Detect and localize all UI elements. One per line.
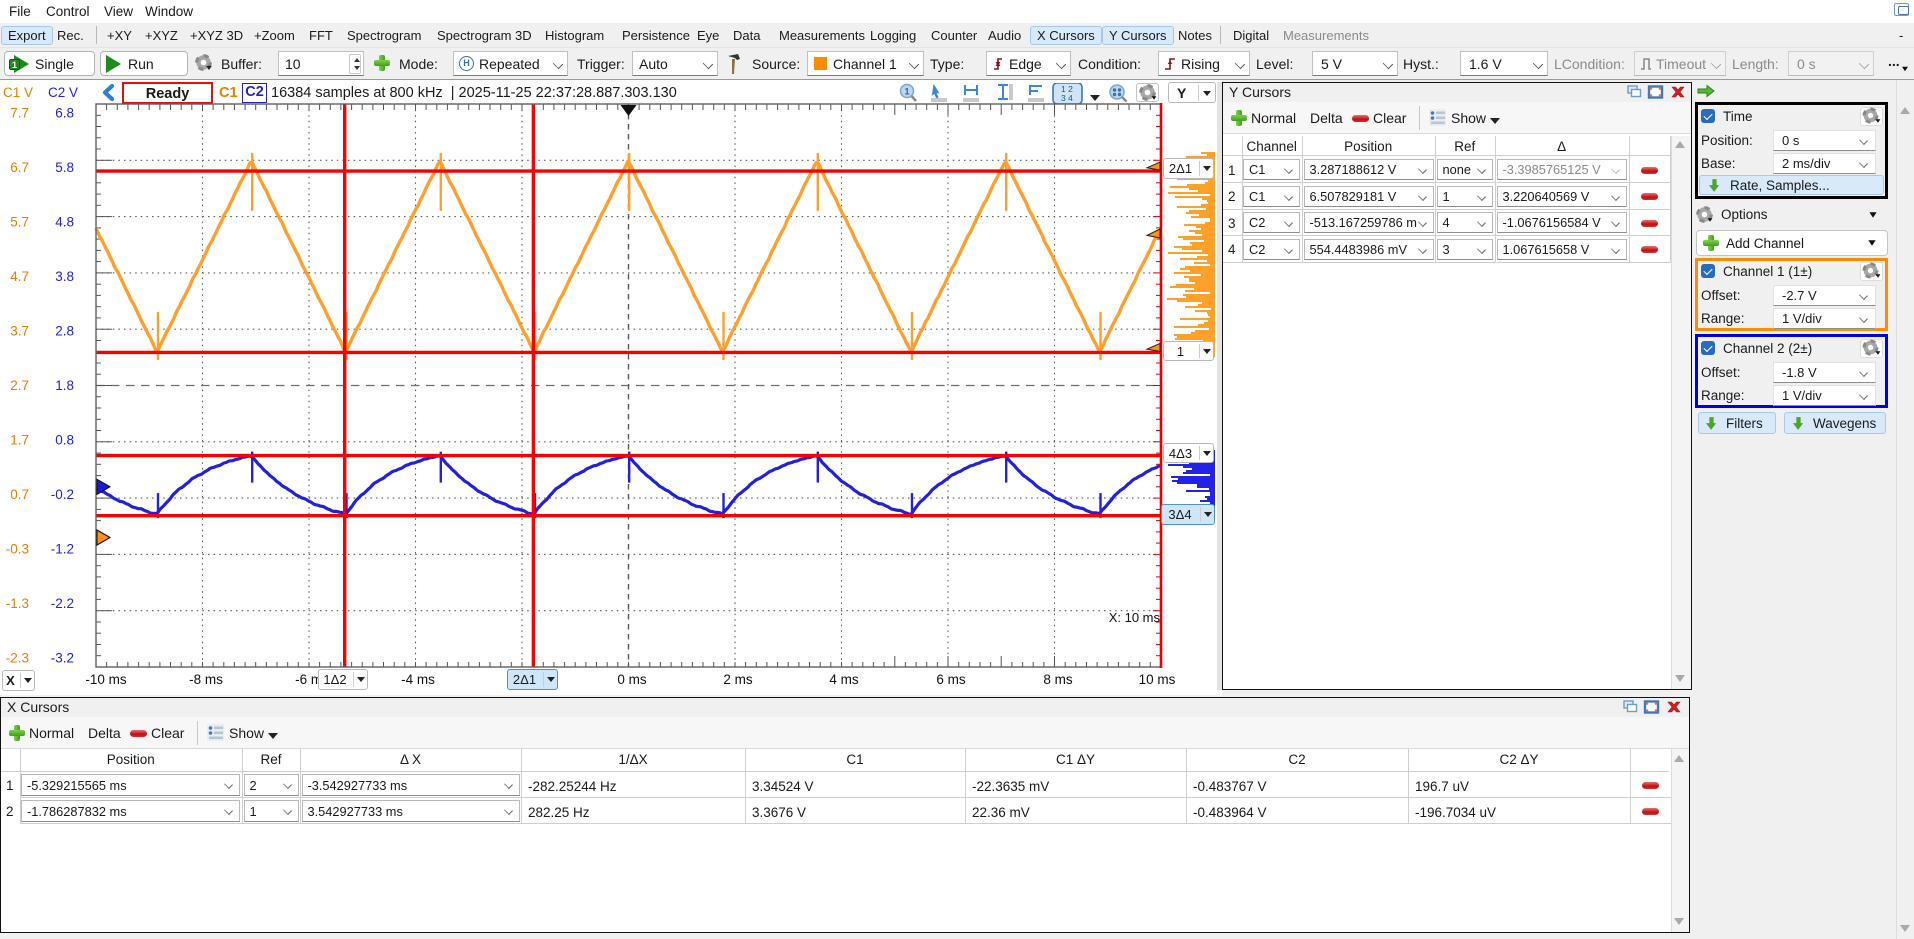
svg-text:-1.2: -1.2 xyxy=(51,542,74,557)
svg-text:-10 ms: -10 ms xyxy=(85,672,127,687)
svg-text:4.8: 4.8 xyxy=(55,214,74,229)
svg-text:-2.2: -2.2 xyxy=(51,596,74,611)
svg-text:C2 V: C2 V xyxy=(48,85,78,100)
svg-text:2 ms: 2 ms xyxy=(723,672,753,687)
svg-text:C1 V: C1 V xyxy=(3,85,33,100)
svg-text:3.7: 3.7 xyxy=(10,324,29,339)
svg-text:5.8: 5.8 xyxy=(55,160,74,175)
svg-text:-0.2: -0.2 xyxy=(51,487,74,502)
svg-text:-2.3: -2.3 xyxy=(6,651,29,666)
svg-text:0.8: 0.8 xyxy=(55,433,74,448)
svg-text:6 ms: 6 ms xyxy=(936,672,966,687)
svg-text:10 ms: 10 ms xyxy=(1139,672,1176,687)
svg-text:X: 10 ms: X: 10 ms xyxy=(1109,610,1161,625)
svg-text:1.8: 1.8 xyxy=(55,378,74,393)
svg-text:-4 ms: -4 ms xyxy=(401,672,435,687)
svg-text:3.8: 3.8 xyxy=(55,269,74,284)
svg-text:5.7: 5.7 xyxy=(10,214,29,229)
svg-text:-0.3: -0.3 xyxy=(6,542,29,557)
svg-text:4 ms: 4 ms xyxy=(829,672,859,687)
svg-text:1.7: 1.7 xyxy=(10,433,29,448)
svg-text:2.7: 2.7 xyxy=(10,378,29,393)
svg-text:2.8: 2.8 xyxy=(55,324,74,339)
svg-text:8 ms: 8 ms xyxy=(1043,672,1073,687)
svg-text:-3.2: -3.2 xyxy=(51,651,74,666)
svg-text:6.7: 6.7 xyxy=(10,160,29,175)
svg-text:-1.3: -1.3 xyxy=(6,596,29,611)
svg-text:4.7: 4.7 xyxy=(10,269,29,284)
svg-text:-8 ms: -8 ms xyxy=(189,672,223,687)
svg-text:6.8: 6.8 xyxy=(55,105,74,120)
svg-text:0 ms: 0 ms xyxy=(617,672,647,687)
svg-text:0.7: 0.7 xyxy=(10,487,29,502)
svg-text:7.7: 7.7 xyxy=(10,105,29,120)
